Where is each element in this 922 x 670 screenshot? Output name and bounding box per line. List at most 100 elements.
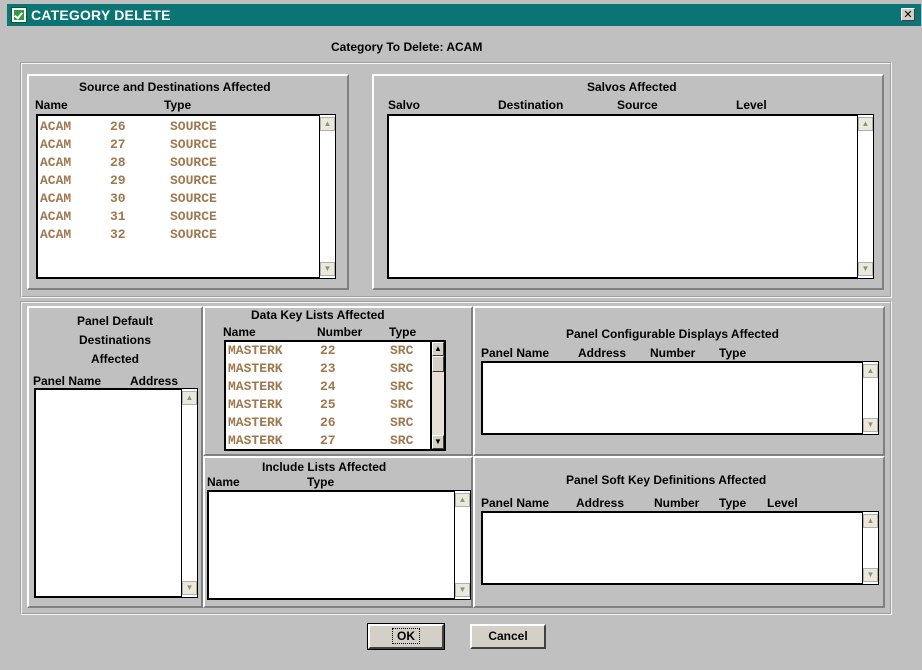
panel-default-scrollbar[interactable]: ▲ ▼ xyxy=(181,388,198,598)
list-item[interactable]: MASTERK 22 SRC xyxy=(228,342,430,360)
source-dest-list[interactable]: ACAM 26 SOURCE ACAM 27 SOURCE ACAM 28 SOURCE ACAM… xyxy=(36,114,319,279)
panel-softkey-col-number: Number xyxy=(654,496,700,510)
list-item[interactable]: MASTERK 23 SRC xyxy=(228,360,430,378)
salvos-scrollbar[interactable]: ▲ ▼ xyxy=(857,114,874,279)
list-cell-name: MASTERK xyxy=(228,433,283,448)
scroll-up-arrow-icon[interactable]: ▲ xyxy=(863,514,878,528)
data-key-scrollbar[interactable]: ▲ ▼ xyxy=(430,340,446,451)
panel-config-col-panel-name: Panel Name xyxy=(481,346,550,360)
panel-softkey-scrollbar[interactable]: ▲ ▼ xyxy=(862,511,879,585)
scroll-down-arrow-icon[interactable]: ▼ xyxy=(182,581,197,595)
list-cell-type: SRC xyxy=(390,397,414,412)
cancel-button[interactable]: Cancel xyxy=(470,624,546,649)
list-item[interactable]: ACAM 30 SOURCE xyxy=(40,190,319,208)
include-lists-list[interactable] xyxy=(207,490,454,600)
source-dest-scrollbar[interactable]: ▲ ▼ xyxy=(319,114,336,279)
salvos-col-level: Level xyxy=(736,98,767,112)
source-dest-col-type: Type xyxy=(164,98,192,112)
list-cell-name: MASTERK xyxy=(228,343,283,358)
list-item[interactable]: ACAM 28 SOURCE xyxy=(40,154,319,172)
list-cell-number: 27 xyxy=(320,433,336,448)
include-lists-col-type: Type xyxy=(307,475,335,489)
list-cell-type: SRC xyxy=(390,433,414,448)
scroll-down-arrow-icon[interactable]: ▼ xyxy=(858,262,873,276)
panel-config-scrollbar[interactable]: ▲ ▼ xyxy=(862,361,879,435)
panel-softkey-title: Panel Soft Key Definitions Affected xyxy=(566,473,767,487)
source-dest-title: Source and Destinations Affected xyxy=(79,80,271,94)
data-key-col-number: Number xyxy=(317,325,363,339)
scroll-up-arrow-icon[interactable]: ▲ xyxy=(320,117,335,131)
list-cell-type: SOURCE xyxy=(170,227,217,242)
list-cell-number: 28 xyxy=(110,155,126,170)
list-cell-name: ACAM xyxy=(40,191,72,206)
list-item[interactable]: ACAM 29 SOURCE xyxy=(40,172,319,190)
list-item[interactable]: MASTERK 27 SRC xyxy=(228,432,430,449)
source-dest-col-name: Name xyxy=(35,98,68,112)
panel-config-title: Panel Configurable Displays Affected xyxy=(566,327,779,341)
panel-softkey-list[interactable] xyxy=(481,511,862,585)
list-cell-name: MASTERK xyxy=(228,415,283,430)
list-cell-name: ACAM xyxy=(40,137,72,152)
data-key-list[interactable]: MASTERK 22 SRC MASTERK 23 SRC MASTERK 24 SRC MAST… xyxy=(224,340,430,451)
list-cell-name: ACAM xyxy=(40,173,72,188)
data-key-col-type: Type xyxy=(389,325,417,339)
window-check-icon xyxy=(11,7,27,23)
data-key-col-name: Name xyxy=(223,325,256,339)
list-item[interactable]: ACAM 26 SOURCE xyxy=(40,118,319,136)
close-button[interactable]: ✕ xyxy=(901,8,915,21)
scroll-up-arrow-icon[interactable]: ▲ xyxy=(455,493,470,507)
scroll-up-arrow-icon[interactable]: ▲ xyxy=(858,117,873,131)
category-to-delete-label: Category To Delete: ACAM xyxy=(331,40,483,54)
list-cell-name: MASTERK xyxy=(228,379,283,394)
salvos-col-source: Source xyxy=(617,98,658,112)
panel-softkey-col-type: Type xyxy=(719,496,747,510)
scroll-down-arrow-icon[interactable]: ▼ xyxy=(863,418,878,432)
list-cell-number: 29 xyxy=(110,173,126,188)
list-cell-type: SRC xyxy=(390,343,414,358)
cancel-button-label: Cancel xyxy=(488,629,528,643)
scroll-down-arrow-icon[interactable]: ▼ xyxy=(432,435,444,449)
panel-default-col-panel-name: Panel Name xyxy=(33,374,102,388)
list-cell-name: MASTERK xyxy=(228,361,283,376)
scroll-down-arrow-icon[interactable]: ▼ xyxy=(455,583,470,597)
scroll-down-arrow-icon[interactable]: ▼ xyxy=(320,262,335,276)
list-cell-type: SOURCE xyxy=(170,209,217,224)
window-title: CATEGORY DELETE xyxy=(31,7,171,23)
list-item[interactable]: MASTERK 25 SRC xyxy=(228,396,430,414)
list-cell-type: SRC xyxy=(390,361,414,376)
salvos-col-salvo: Salvo xyxy=(388,98,421,112)
panel-config-col-number: Number xyxy=(650,346,696,360)
scroll-up-arrow-icon[interactable]: ▲ xyxy=(432,342,444,356)
scroll-up-arrow-icon[interactable]: ▲ xyxy=(863,364,878,378)
list-item[interactable]: MASTERK 26 SRC xyxy=(228,414,430,432)
list-cell-type: SOURCE xyxy=(170,137,217,152)
panel-config-list[interactable] xyxy=(481,361,862,435)
title-bar: CATEGORY DELETE ✕ xyxy=(7,4,921,26)
scroll-down-arrow-icon[interactable]: ▼ xyxy=(863,568,878,582)
list-cell-number: 26 xyxy=(110,119,126,134)
list-cell-number: 22 xyxy=(320,343,336,358)
list-item[interactable]: ACAM 31 SOURCE xyxy=(40,208,319,226)
panel-default-title-line3: Affected xyxy=(90,352,139,366)
panel-default-title: Panel Default Destinations Affected xyxy=(27,312,203,369)
include-lists-scrollbar[interactable]: ▲ ▼ xyxy=(454,490,471,600)
data-key-title: Data Key Lists Affected xyxy=(251,308,385,322)
salvos-list[interactable] xyxy=(387,114,857,279)
list-cell-type: SOURCE xyxy=(170,173,217,188)
include-lists-title: Include Lists Affected xyxy=(262,460,387,474)
list-cell-name: ACAM xyxy=(40,209,72,224)
list-cell-number: 25 xyxy=(320,397,336,412)
panel-default-list[interactable] xyxy=(34,388,181,598)
scroll-up-arrow-icon[interactable]: ▲ xyxy=(182,391,197,405)
list-cell-name: ACAM xyxy=(40,227,72,242)
panel-softkey-col-address: Address xyxy=(576,496,625,510)
list-cell-type: SRC xyxy=(390,379,414,394)
ok-button[interactable]: OK xyxy=(367,623,445,650)
list-item[interactable]: MASTERK 24 SRC xyxy=(228,378,430,396)
list-item[interactable]: ACAM 27 SOURCE xyxy=(40,136,319,154)
list-item[interactable]: ACAM 32 SOURCE xyxy=(40,226,319,244)
panel-config-col-address: Address xyxy=(578,346,627,360)
include-lists-col-name: Name xyxy=(207,475,240,489)
data-key-scroll-thumb[interactable] xyxy=(432,356,444,372)
list-cell-name: ACAM xyxy=(40,119,72,134)
